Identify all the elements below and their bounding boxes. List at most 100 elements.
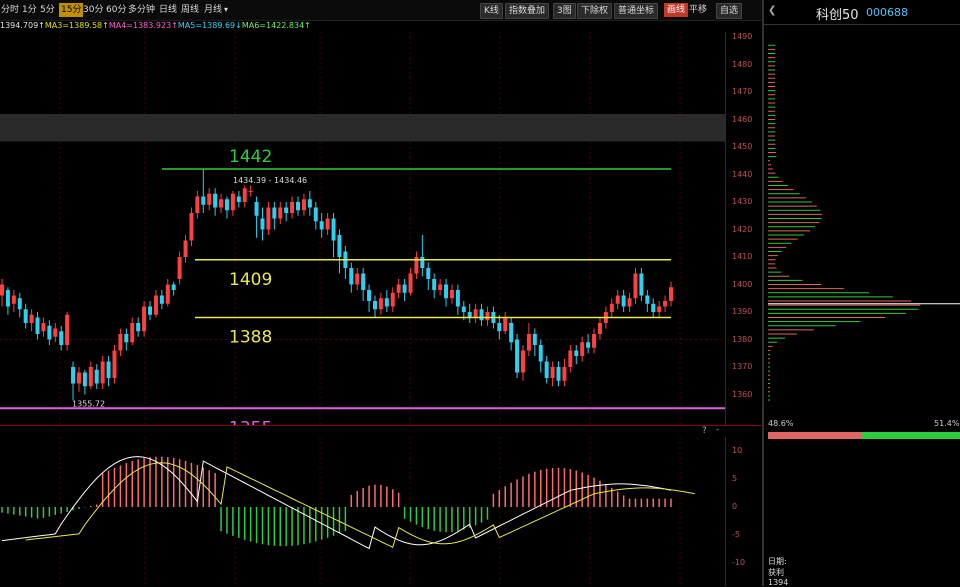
profit-bar <box>768 432 960 439</box>
toolbar-button-4[interactable]: 普通坐标 <box>614 3 659 19</box>
period-tab-9[interactable]: 月线 <box>204 3 222 17</box>
candle-body <box>592 334 597 348</box>
candle-body <box>213 193 218 208</box>
candle-body <box>82 372 87 387</box>
candle-body <box>372 301 377 310</box>
level-label-1355: 1355 <box>229 418 272 425</box>
period-tab-4[interactable]: 30分 <box>83 3 103 17</box>
candle-body <box>574 350 579 356</box>
collapse-icon[interactable]: ❮ <box>768 5 776 16</box>
price-tick-1430: 1430 <box>732 197 753 206</box>
period-toolbar: 分时 1分 5分 15分 30分 60分 多分钟 日线 周线 月线 ▾ K线 指数叠加 3图 下除权 普通坐标… <box>0 0 762 21</box>
candle-body <box>550 367 555 378</box>
candle-body <box>41 323 46 332</box>
candle-body <box>378 298 383 310</box>
candle-body <box>219 199 224 208</box>
candle-body <box>390 292 395 307</box>
candle-body <box>106 361 111 378</box>
candle-body <box>313 207 318 222</box>
candle-body <box>130 323 135 343</box>
macd-tick--10: -10 <box>732 558 746 567</box>
candle-body <box>278 207 283 219</box>
candle-body <box>367 290 372 301</box>
candle-body <box>568 350 573 367</box>
period-tab-1[interactable]: 1分 <box>22 3 37 17</box>
toolbar-button-0[interactable]: K线 <box>480 3 503 19</box>
candle-body <box>509 323 514 343</box>
minimize-icon[interactable]: - <box>716 425 719 435</box>
macd-chart[interactable] <box>0 437 725 586</box>
candle-body <box>88 367 93 387</box>
price-tick-1400: 1400 <box>732 279 753 289</box>
candle-body <box>473 309 478 318</box>
candle-body <box>290 202 295 213</box>
macd-tick--5: -5 <box>732 530 740 539</box>
period-tab-5[interactable]: 60分 <box>106 3 126 17</box>
period-tab-0[interactable]: 分时 <box>1 3 19 17</box>
candle-body <box>426 268 431 279</box>
price-tick-1420: 1420 <box>732 224 753 234</box>
help-icon[interactable]: ? <box>702 426 707 436</box>
candle-body <box>485 312 490 321</box>
candle-body <box>29 314 34 323</box>
period-dropdown-icon[interactable]: ▾ <box>224 3 228 17</box>
candle-body <box>556 367 561 381</box>
candle-body <box>171 284 176 290</box>
candle-body <box>396 284 401 293</box>
toolbar-button-3[interactable]: 下除权 <box>577 3 613 19</box>
candle-body <box>337 235 342 257</box>
candle-body <box>355 273 360 285</box>
candle-body <box>544 361 549 378</box>
candle-body <box>148 306 153 315</box>
ma-value-1: MA3=1389.58↑ <box>44 21 109 30</box>
date-line: 日期: <box>768 557 787 566</box>
candle-body <box>71 367 76 384</box>
candle-body <box>325 218 330 230</box>
macd-tick-10: 10 <box>732 446 743 455</box>
candle-body <box>586 342 591 348</box>
candle-body <box>597 323 602 334</box>
candle-body <box>112 350 117 378</box>
candle-body <box>663 301 668 307</box>
toolbar-button-5[interactable]: 画线 <box>664 3 689 17</box>
candle-body <box>195 196 200 213</box>
candle-body <box>94 369 99 384</box>
candlestick-chart[interactable]: 1442 1409 1388 1355 1434.39 - 1434.46 1355.72 <box>0 32 725 425</box>
candle-body <box>621 295 626 307</box>
candle-body <box>266 207 271 230</box>
candle-body <box>609 303 614 312</box>
candle-body <box>59 331 64 345</box>
candle-body <box>11 295 16 304</box>
candle-body <box>349 268 354 285</box>
candle-body <box>183 240 188 257</box>
candle-body <box>201 196 206 205</box>
candle-body <box>236 196 241 202</box>
period-tab-3[interactable]: 15分 <box>59 3 84 17</box>
toolbar-button-1[interactable]: 指数叠加 <box>505 3 550 19</box>
candle-body <box>0 284 4 296</box>
period-tab-2[interactable]: 5分 <box>40 3 55 17</box>
macd-tick-5: 5 <box>732 474 738 483</box>
period-tab-8[interactable]: 周线 <box>181 3 199 17</box>
candle-body <box>124 334 129 343</box>
candle-body <box>455 290 460 307</box>
candle-body <box>17 298 22 310</box>
candle-body <box>633 273 638 299</box>
ma-value-3: MA5=1389.69↓ <box>177 21 242 30</box>
toolbar-button-7[interactable]: 自选 <box>716 3 743 19</box>
candle-body <box>272 207 277 219</box>
toolbar-button-6[interactable]: 平移 <box>689 3 707 17</box>
candle-body <box>420 257 425 268</box>
candle-body <box>497 323 502 332</box>
period-tab-7[interactable]: 日线 <box>159 3 177 17</box>
price-tick-1380: 1380 <box>732 334 753 344</box>
period-tab-6[interactable]: 多分钟 <box>128 3 155 17</box>
profit-bar-green <box>861 432 960 439</box>
candle-body <box>284 207 289 213</box>
candle-body <box>242 188 247 202</box>
price-tick-1360: 1360 <box>732 389 753 399</box>
candle-body <box>65 314 70 345</box>
profit-bar-red <box>768 432 862 439</box>
toolbar-button-2[interactable]: 3图 <box>553 3 576 19</box>
gray-zone <box>0 114 725 142</box>
